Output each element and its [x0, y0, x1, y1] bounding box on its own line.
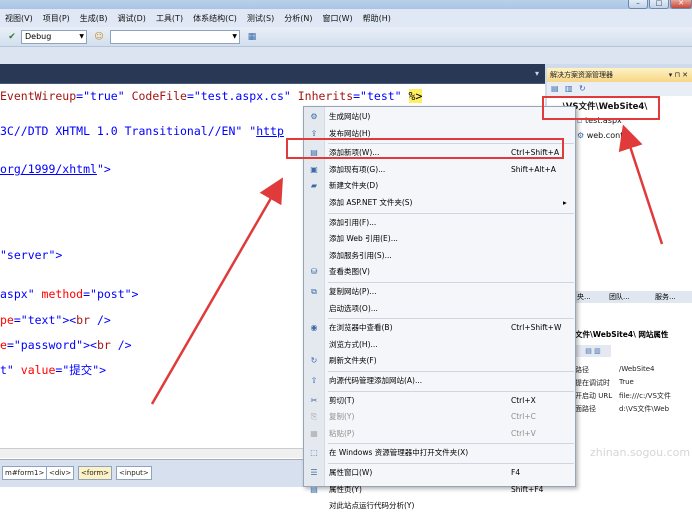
watermark: zhinan.sogou.com [590, 446, 691, 459]
arrow-to-website-root [618, 124, 664, 245]
annotation-arrows [150, 124, 664, 405]
context-menu-item[interactable]: 对此站点运行代码分析(Y) [305, 498, 575, 514]
menu-item-label: 对此站点运行代码分析(Y) [329, 501, 415, 511]
arrow-to-menu-item [150, 177, 284, 405]
